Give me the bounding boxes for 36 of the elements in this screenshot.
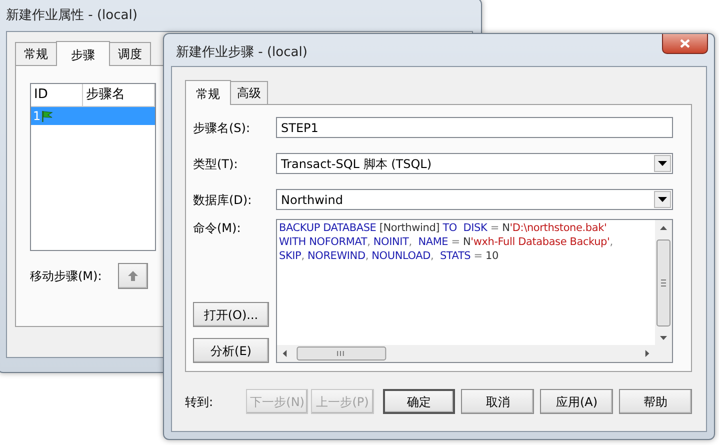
field-label: 类型(T): [193,156,239,172]
dropdown-arrow-icon [658,197,667,202]
column-header[interactable]: 步骤名 [83,84,155,106]
dropdown-arrow-icon [658,161,667,166]
goto-label: 转到: [185,394,214,410]
dialog-button[interactable]: 确定 [382,389,456,414]
field-label: 数据库(D): [193,192,253,208]
dialog-button[interactable]: 取消 [461,389,534,414]
close-icon [680,39,690,48]
tab[interactable]: 常规 [185,80,231,105]
dialog-button[interactable]: 应用(A) [540,389,614,414]
up-arrow-icon [126,270,139,282]
dialog-button[interactable]: 帮助 [619,389,692,414]
dropdown[interactable]: Transact-SQL 脚本 (TSQL) [276,153,673,174]
text-field[interactable]: STEP1 [276,117,673,138]
move-steps-label: 移动步骤(M): [30,268,102,285]
flag-icon [40,110,53,122]
field-label: 命令(M): [193,220,242,237]
tab[interactable]: 常规 [15,42,57,65]
code-line: BACKUP DATABASE [Northwind] TO DISK = N'D:\northstone.bak' [279,221,608,235]
window-title: 新建作业属性 - (local) [5,7,138,25]
move-up-button[interactable] [118,263,148,289]
window-title: 新建作业步骤 - (local) [175,44,308,62]
code-line: SKIP, NOREWIND, NOUNLOAD, STATS = 10 [279,249,500,263]
dropdown[interactable]: Northwind [276,189,673,210]
side-button[interactable]: 分析(E) [193,338,269,363]
code-line: WITH NOFORMAT, NOINIT, NAME = N'wxh-Full Database Backup', [279,235,614,249]
column-header[interactable]: ID [31,84,83,106]
command-editor[interactable]: BACKUP DATABASE [Northwind] TO DISK = N'D:\northstone.bak' WITH NOFORMAT, NOINIT, NAME = N'wxh-Full Database Backup', SKIP, NOREWIND, NOUNLOAD, STATS = 10 [276,219,673,363]
field-label: 步骤名(S): [193,120,252,136]
tab[interactable]: 高级 [230,81,268,104]
tab[interactable]: 步骤 [56,41,110,66]
row-id: 1 [33,108,41,124]
tab[interactable]: 调度 [109,42,151,65]
close-button[interactable] [662,34,708,54]
side-button[interactable]: 打开(O)... [193,302,269,327]
